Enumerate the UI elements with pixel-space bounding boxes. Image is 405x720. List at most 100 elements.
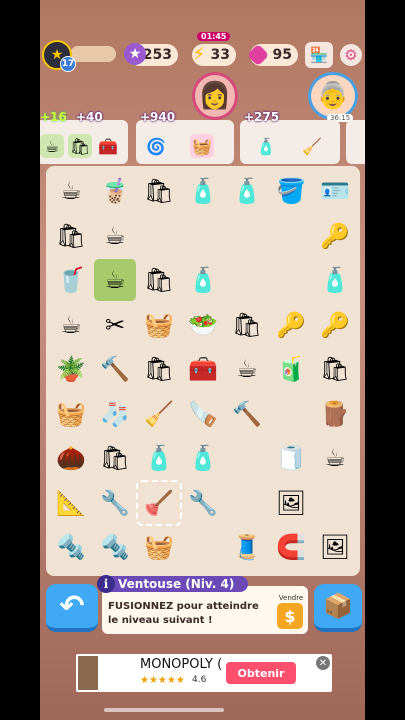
board-item[interactable]: 📐 bbox=[50, 482, 92, 524]
board-item[interactable]: ☕ bbox=[314, 437, 356, 479]
board-empty-cell[interactable] bbox=[226, 437, 268, 479]
order-card-3[interactable]: +275 🧴 🧹 bbox=[240, 110, 340, 164]
board-item[interactable]: 🧃 bbox=[270, 348, 312, 390]
order-card-1[interactable]: +16 +40 ☕ 🛍 🧰 bbox=[40, 110, 128, 164]
board-item[interactable]: 🧋 bbox=[94, 170, 136, 212]
board-item[interactable]: 🧲 bbox=[270, 526, 312, 568]
board-item[interactable]: ☕ bbox=[226, 348, 268, 390]
board-item[interactable]: 🛍 bbox=[226, 304, 268, 346]
board-item[interactable]: 🪪 bbox=[314, 170, 356, 212]
board-item[interactable]: 🧦 bbox=[94, 393, 136, 435]
board-empty-cell[interactable] bbox=[182, 526, 224, 568]
item-title: Ventouse (Niv. 4) bbox=[98, 576, 248, 592]
board-item[interactable]: 🥗 bbox=[182, 304, 224, 346]
board-item[interactable]: 🖼 bbox=[314, 526, 356, 568]
board-item[interactable]: ☕ bbox=[50, 304, 92, 346]
board-item[interactable]: ✂ bbox=[94, 304, 136, 346]
sell-button[interactable]: Vendre $ bbox=[277, 594, 305, 629]
sell-label: Vendre bbox=[278, 594, 304, 602]
board-item[interactable]: 🪣 bbox=[270, 170, 312, 212]
board-item[interactable]: 🛍 bbox=[138, 348, 180, 390]
settings-button[interactable]: ⚙ bbox=[340, 44, 362, 66]
board-item[interactable]: ☕ bbox=[50, 170, 92, 212]
board-item[interactable]: 🧺 bbox=[50, 393, 92, 435]
board-item[interactable]: 🔩 bbox=[94, 526, 136, 568]
order-item-machine-icon: 🧰 bbox=[98, 136, 118, 156]
ad-close-icon[interactable]: ✕ bbox=[316, 656, 330, 670]
board-item[interactable]: 🌰 bbox=[50, 437, 92, 479]
board-item[interactable]: 🔨 bbox=[94, 348, 136, 390]
order-card-4[interactable] bbox=[346, 120, 365, 164]
board-item[interactable]: 🧴 bbox=[314, 259, 356, 301]
board-item[interactable]: 🧰 bbox=[182, 348, 224, 390]
board-item[interactable]: 🧴 bbox=[182, 259, 224, 301]
board-item[interactable]: 🪴 bbox=[50, 348, 92, 390]
board-item[interactable]: 🔧 bbox=[182, 482, 224, 524]
board-item[interactable]: 🧴 bbox=[182, 170, 224, 212]
info-icon[interactable]: i bbox=[97, 575, 115, 593]
player-level-badge: 17 bbox=[60, 56, 76, 72]
storage-button[interactable]: 📦 bbox=[314, 584, 362, 632]
board-item[interactable]: 🛍 bbox=[50, 215, 92, 257]
board-item[interactable]: 🛍 bbox=[138, 170, 180, 212]
top-bar: ★ 17 ★ 253 ⚡ 33 01:45 95 🏪 ⚙ bbox=[40, 32, 365, 72]
gear-icon: ⚙ bbox=[344, 46, 358, 64]
merge-board: ☕ 🧋 🛍 🧴 🧴 🪣 🪪 🛍 ☕ 🔑 🥤 ☕ 🛍 🧴 🧴 ☕ ✂ 🧺 🥗 🛍 🔑 🔑 🪴 🔨 🛍 🧰 ☕ 🧃 🛍 🧺 🧦 🧹 🪚 🔨 🪵 🌰 🛍 🧴 🧴 🧻… bbox=[46, 166, 360, 576]
board-item[interactable]: 🔑 bbox=[270, 304, 312, 346]
board-item[interactable]: 🧺 bbox=[138, 526, 180, 568]
orders-row: +16 +40 ☕ 🛍 🧰 +940 🌀 🧺 +275 🧴 🧹 bbox=[40, 106, 365, 164]
ad-star-rating-icon: ★★★★★ bbox=[140, 675, 185, 686]
arrow-left-icon: ↶ bbox=[59, 588, 85, 624]
board-item[interactable]: 🧵 bbox=[226, 526, 268, 568]
energy-counter[interactable]: ⚡ 33 bbox=[192, 44, 236, 66]
board-item[interactable]: 🪠 bbox=[136, 479, 182, 526]
gems-counter[interactable]: 95 bbox=[246, 43, 298, 67]
board-empty-cell[interactable] bbox=[226, 215, 268, 257]
order-reward: +940 bbox=[140, 110, 176, 124]
board-item[interactable]: 🔑 bbox=[314, 304, 356, 346]
gem-icon bbox=[246, 43, 270, 67]
board-empty-cell[interactable] bbox=[226, 482, 268, 524]
board-empty-cell[interactable] bbox=[314, 482, 356, 524]
board-empty-cell[interactable] bbox=[270, 393, 312, 435]
board-item[interactable]: 🖼 bbox=[270, 482, 312, 524]
board-item[interactable]: 🧻 bbox=[270, 437, 312, 479]
gems-value: 95 bbox=[272, 47, 292, 63]
board-item[interactable]: 🪚 bbox=[182, 393, 224, 435]
ad-rating: 4.6 bbox=[192, 675, 207, 685]
order-item-basket-icon: 🧺 bbox=[190, 134, 214, 158]
board-item[interactable]: 🛍 bbox=[138, 259, 180, 301]
board-item[interactable]: 🔨 bbox=[226, 393, 268, 435]
energy-timer: 01:45 bbox=[197, 32, 231, 41]
board-item[interactable]: 🛍 bbox=[94, 437, 136, 479]
ad-banner[interactable]: MONOPOLY ( ★★★★★ 4.6 Obtenir ✕ bbox=[76, 654, 332, 692]
board-item[interactable]: 🔧 bbox=[94, 482, 136, 524]
shop-button[interactable]: 🏪 bbox=[305, 42, 333, 68]
board-empty-cell[interactable] bbox=[270, 259, 312, 301]
board-empty-cell[interactable] bbox=[182, 215, 224, 257]
board-item[interactable]: 🧴 bbox=[226, 170, 268, 212]
back-button[interactable]: ↶ bbox=[46, 584, 98, 632]
board-item[interactable]: 🧺 bbox=[138, 304, 180, 346]
board-item[interactable]: ☕ bbox=[94, 259, 136, 301]
board-item[interactable]: 🔩 bbox=[50, 526, 92, 568]
board-item[interactable]: 🪵 bbox=[314, 393, 356, 435]
board-empty-cell[interactable] bbox=[226, 259, 268, 301]
order-card-2[interactable]: +940 🌀 🧺 bbox=[136, 110, 234, 164]
board-empty-cell[interactable] bbox=[270, 215, 312, 257]
ad-get-button[interactable]: Obtenir bbox=[226, 662, 296, 684]
box-icon: 📦 bbox=[323, 592, 353, 620]
board-item[interactable]: ☕ bbox=[94, 215, 136, 257]
board-item[interactable]: 🔑 bbox=[314, 215, 356, 257]
board-item[interactable]: 🧴 bbox=[138, 437, 180, 479]
game-screen: ★ 17 ★ 253 ⚡ 33 01:45 95 🏪 ⚙ 👩 👵 36:15 +… bbox=[40, 0, 365, 720]
board-item[interactable]: 🧴 bbox=[182, 437, 224, 479]
energy-value: 33 bbox=[210, 47, 230, 63]
board-item[interactable]: 🧹 bbox=[138, 393, 180, 435]
xp-counter[interactable]: ★ 253 bbox=[124, 43, 178, 66]
ad-thumbnail bbox=[78, 656, 98, 690]
board-empty-cell[interactable] bbox=[138, 215, 180, 257]
board-item[interactable]: 🛍 bbox=[314, 348, 356, 390]
level-progress-bar bbox=[70, 46, 116, 62]
board-item[interactable]: 🥤 bbox=[50, 259, 92, 301]
